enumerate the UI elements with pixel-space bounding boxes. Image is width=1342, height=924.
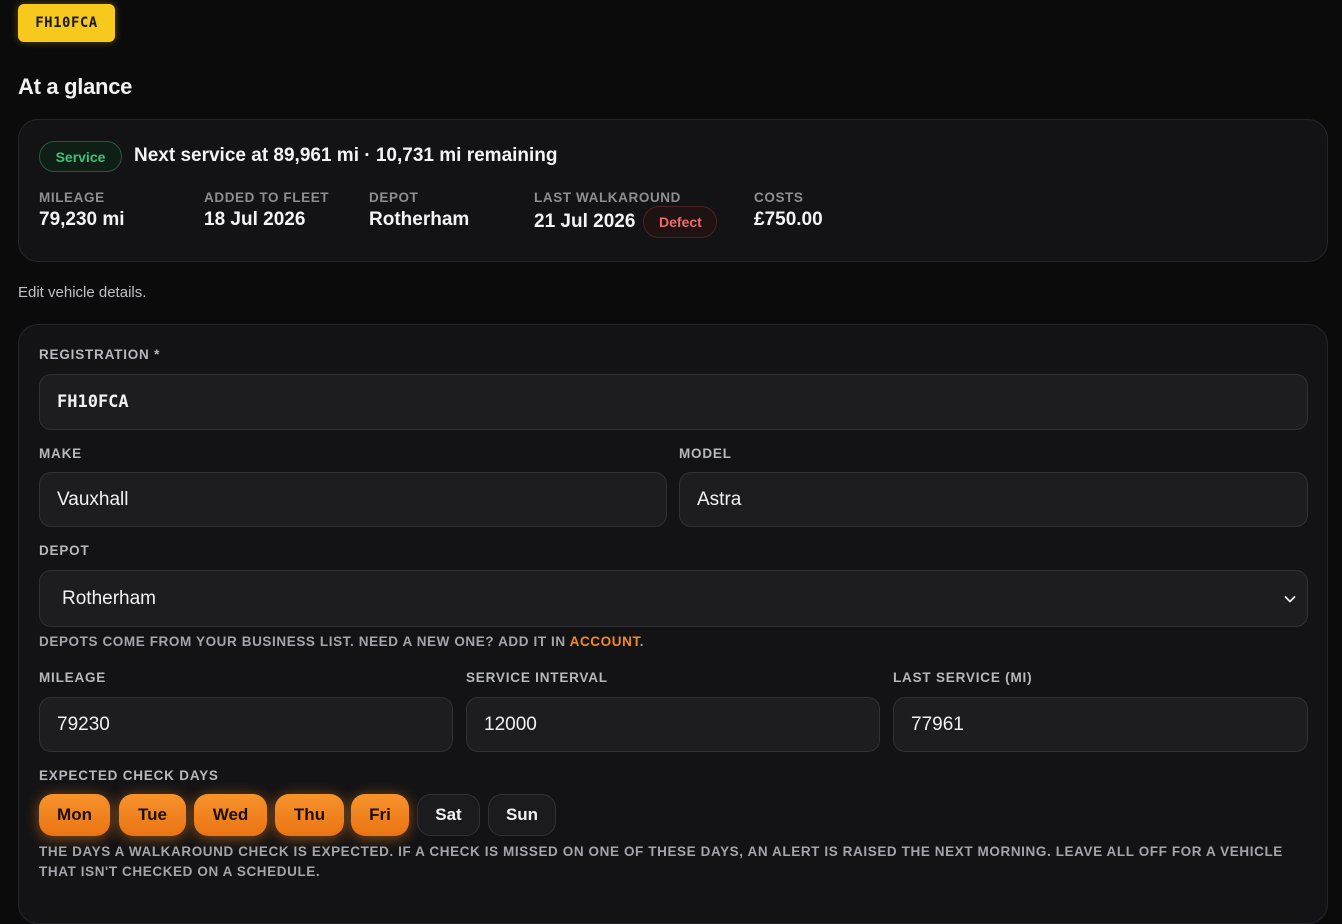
day-toggle-thu[interactable]: Thu [275,794,344,836]
account-link[interactable]: ACCOUNT [570,634,640,649]
service-interval-label: SERVICE INTERVAL [466,670,608,685]
day-toggle-tue[interactable]: Tue [119,794,186,836]
service-interval-input[interactable] [466,697,880,752]
day-toggle-mon[interactable]: Mon [39,794,110,836]
depot-hint: DEPOTS COME FROM YOUR BUSINESS LIST. NEE… [39,632,644,652]
stat-added-to-fleet: ADDED TO FLEET 18 Jul 2026 [204,190,329,231]
stat-value-row: 21 Jul 2026 Defect [534,206,718,238]
depot-hint-text: DEPOTS COME FROM YOUR BUSINESS LIST. NEE… [39,634,566,649]
check-days-label: EXPECTED CHECK DAYS [39,768,219,783]
day-toggle-fri[interactable]: Fri [351,794,409,836]
service-badge: Service [39,141,122,172]
page-title: At a glance [18,74,133,99]
day-toggle-sun[interactable]: Sun [488,794,556,836]
registration-plate-badge: FH10FCA [18,4,115,42]
edit-vehicle-note: Edit vehicle details. [18,284,147,301]
stat-depot: DEPOT Rotherham [369,190,469,231]
stat-costs: COSTS £750.00 [754,190,823,231]
mileage-input[interactable] [39,697,453,752]
last-service-input[interactable] [893,697,1308,752]
stat-label: COSTS [754,190,804,205]
stat-value: Rotherham [369,209,470,230]
stat-label: LAST WALKAROUND [534,190,681,205]
depot-hint-suffix: . [639,634,645,649]
depot-selected-value: Rotherham [62,587,156,609]
defect-badge: Defect [643,206,718,238]
day-toggle-sat[interactable]: Sat [417,794,480,836]
stat-last-walkaround: LAST WALKAROUND 21 Jul 2026 Defect [534,190,718,238]
stat-label: ADDED TO FLEET [204,190,330,205]
check-days-hint: THE DAYS A WALKAROUND CHECK IS EXPECTED.… [39,844,1283,879]
next-service-text: Next service at 89,961 mi · 10,731 mi re… [134,145,558,166]
make-label: MAKE [39,446,82,461]
registration-input[interactable] [39,374,1308,430]
stat-value: 21 Jul 2026 [534,211,636,232]
stat-mileage: MILEAGE 79,230 mi [39,190,125,231]
model-label: MODEL [679,446,732,461]
last-service-label: LAST SERVICE (MI) [893,670,1033,685]
depot-label: DEPOT [39,543,90,558]
depot-select[interactable]: Rotherham [39,570,1308,627]
make-input[interactable] [39,472,667,527]
mileage-label: MILEAGE [39,670,107,685]
stat-label: DEPOT [369,190,419,205]
day-toggle-wed[interactable]: Wed [194,794,267,836]
model-input[interactable] [679,472,1308,527]
at-a-glance-card: Service Next service at 89,961 mi · 10,7… [18,119,1328,262]
chevron-down-icon [1284,595,1296,602]
stat-value: £750.00 [754,209,823,230]
stat-value: 79,230 mi [39,209,125,230]
vehicle-form: REGISTRATION * MAKE MODEL DEPOT Rotherha… [18,324,1328,924]
stat-value: 18 Jul 2026 [204,209,306,230]
stat-label: MILEAGE [39,190,105,205]
registration-label: REGISTRATION * [39,347,161,362]
